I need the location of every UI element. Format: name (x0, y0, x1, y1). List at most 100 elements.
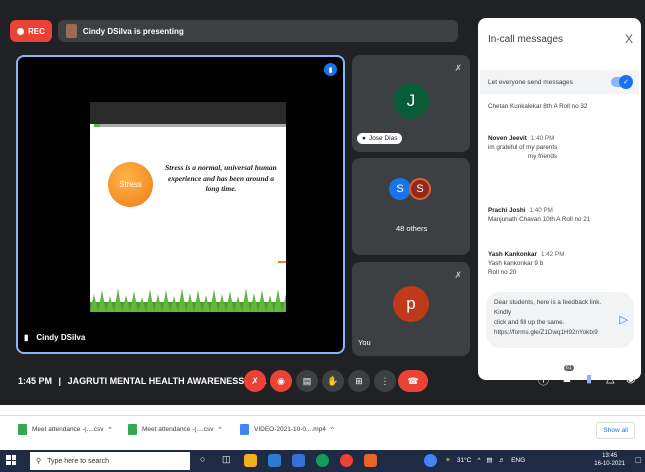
recording-badge: REC (10, 20, 52, 42)
search-placeholder: Type here to search (47, 457, 110, 465)
csv-file-icon (128, 424, 137, 435)
meeting-separator: | (58, 376, 62, 386)
message-sender: Prachi Joshi (488, 207, 526, 214)
meeting-controls-bar: 1:45 PM | JAGRUTI MENTAL HEALTH AWARENES… (0, 358, 645, 405)
stress-ball: Stress (108, 162, 153, 207)
send-messages-toggle[interactable]: ✓ (611, 75, 633, 89)
chevron-up-icon[interactable]: ^ (219, 426, 222, 433)
network-icon[interactable]: ▤ (486, 456, 492, 464)
notification-icon[interactable]: □ (636, 455, 641, 465)
slide-top-strip (90, 102, 286, 124)
slide-orange-mark (278, 261, 286, 263)
windows-start-icon[interactable] (6, 455, 16, 465)
people-icon: ♟ (562, 373, 572, 385)
chevron-up-icon[interactable]: ^ (331, 426, 334, 433)
taskbar-search-box[interactable]: ⚲ Type here to search (30, 452, 190, 470)
end-call-button[interactable]: ☎ (398, 370, 428, 392)
app-icon[interactable] (364, 454, 377, 467)
mic-toggle-button[interactable]: ✗ (244, 370, 266, 392)
mic-off-icon: ✗ (454, 270, 462, 280)
info-icon[interactable]: ⓘ (538, 372, 549, 388)
mic-off-icon: ✗ (454, 63, 462, 73)
download-bar: Meet attendance -(....csv ^ Meet attenda… (0, 415, 645, 445)
message-input[interactable]: Dear students, here is a feedback link. … (486, 292, 634, 348)
edge-icon[interactable] (316, 454, 329, 467)
host-controls-icon[interactable]: ◉ (626, 372, 636, 385)
chat-message: Yash Kankonkar 1:42 PM Yash kankonkar 9 b… (488, 250, 636, 277)
tray-chevron-icon[interactable]: ^ (477, 457, 480, 464)
slide-progress-line (100, 124, 286, 127)
camera-toggle-button[interactable]: ◉ (270, 370, 292, 392)
presenting-banner: Cindy DSilva is presenting (57, 20, 458, 42)
participant-tile-jose[interactable]: ✗ J ● Jose Dias (352, 55, 470, 152)
download-item[interactable]: VIDEO-2021-10-0....mp4 ^ (240, 424, 334, 435)
message-line: my friends (528, 153, 558, 161)
send-icon[interactable]: ▷ (620, 312, 628, 330)
avatar-letter: S (396, 183, 404, 195)
file-explorer-icon[interactable] (244, 454, 257, 467)
camera-off-icon: ◉ (277, 375, 285, 386)
message-time: 1:40 PM (529, 207, 553, 214)
meeting-title: JAGRUTI MENTAL HEALTH AWARENESS FO... (67, 376, 267, 386)
chrome-icon[interactable] (340, 454, 353, 467)
participant-tile-you[interactable]: ✗ p You (352, 262, 470, 356)
audio-level-icon: ▮ (324, 63, 337, 76)
store-icon[interactable] (292, 454, 305, 467)
present-button[interactable]: ⊞ (348, 370, 370, 392)
in-call-messages-panel: In-call messages X Let everyone send mes… (478, 18, 641, 380)
message-time: 1:42 PM (541, 251, 565, 258)
compose-line: click and fill up the same. (494, 319, 565, 327)
more-options-button[interactable]: ⋮ (374, 370, 396, 392)
slide-text: Stress is a normal, universal human expe… (165, 163, 277, 193)
chat-icon[interactable]: ▮ (586, 372, 592, 385)
app-icon[interactable] (424, 454, 437, 467)
download-filename: Meet attendance -(....csv (142, 426, 214, 433)
you-label: You (358, 338, 371, 347)
chat-message: Chetan Kunkalekar 8th A Roll no 32 (488, 102, 636, 111)
presenting-text: Cindy DSilva is presenting (82, 26, 184, 36)
phone-hangup-icon: ☎ (407, 375, 419, 386)
task-view-icon[interactable]: ◫ (222, 454, 235, 467)
presentation-slide: Stress Stress is a normal, universal hum… (90, 102, 286, 312)
avatar: J (393, 83, 429, 119)
system-tray: ☀ 31°C ^ ▤ ♬ ENG (445, 456, 525, 465)
message-line: Manjunath Chavan 10th A Roll no 21 (488, 216, 591, 224)
captions-icon: ▤ (302, 375, 312, 386)
message-line: im grateful of my parents (488, 144, 558, 152)
temperature: 31°C (456, 456, 472, 464)
presenter-name: Cindy DSilva (36, 333, 86, 342)
grass-illustration (90, 288, 286, 312)
activities-icon[interactable]: △ (606, 372, 614, 385)
present-icon: ▮ (24, 333, 29, 342)
cortana-icon[interactable]: ○ (200, 454, 213, 467)
search-icon: ⚲ (36, 458, 42, 465)
message-sender: Yash Kankonkar (488, 251, 537, 258)
message-line: Chetan Kunkalekar 8th A Roll no 32 (488, 103, 588, 110)
language[interactable]: ENG (511, 457, 525, 464)
compose-line: Dear students, here is a feedback link. … (494, 299, 602, 317)
taskbar-clock[interactable]: 13:45 16-10-2021 (594, 452, 625, 469)
presentation-tile[interactable]: ▮ Stress Stress is a normal, universal h… (16, 55, 345, 354)
volume-icon[interactable]: ♬ (499, 457, 506, 464)
captions-button[interactable]: ▤ (296, 370, 318, 392)
present-now-icon: ⊞ (355, 375, 363, 386)
people-button[interactable]: 61 ♟ (562, 365, 574, 385)
close-icon[interactable]: X (625, 32, 633, 46)
clock-time: 13:45 (602, 453, 618, 459)
chat-title: In-call messages (488, 34, 564, 45)
message-sender: Noven Jeevit (488, 135, 527, 142)
message-line: Roll no 20 (488, 269, 517, 277)
download-item[interactable]: Meet attendance -(....csv ^ (18, 424, 112, 435)
participant-tile-others[interactable]: S S 48 others (352, 158, 470, 255)
show-all-button[interactable]: Show all (596, 422, 635, 439)
download-item[interactable]: Meet attendance -(....csv ^ (128, 424, 222, 435)
chevron-up-icon[interactable]: ^ (109, 426, 112, 433)
others-count: 48 others (396, 224, 428, 233)
mail-icon[interactable] (268, 454, 281, 467)
avatar: p (393, 286, 429, 322)
raise-hand-button[interactable]: ✋ (322, 370, 344, 392)
avatar-letter: p (406, 294, 416, 313)
record-dot-icon (17, 27, 24, 35)
download-filename: Meet attendance -(....csv (32, 426, 104, 433)
avatar: S (409, 178, 431, 200)
